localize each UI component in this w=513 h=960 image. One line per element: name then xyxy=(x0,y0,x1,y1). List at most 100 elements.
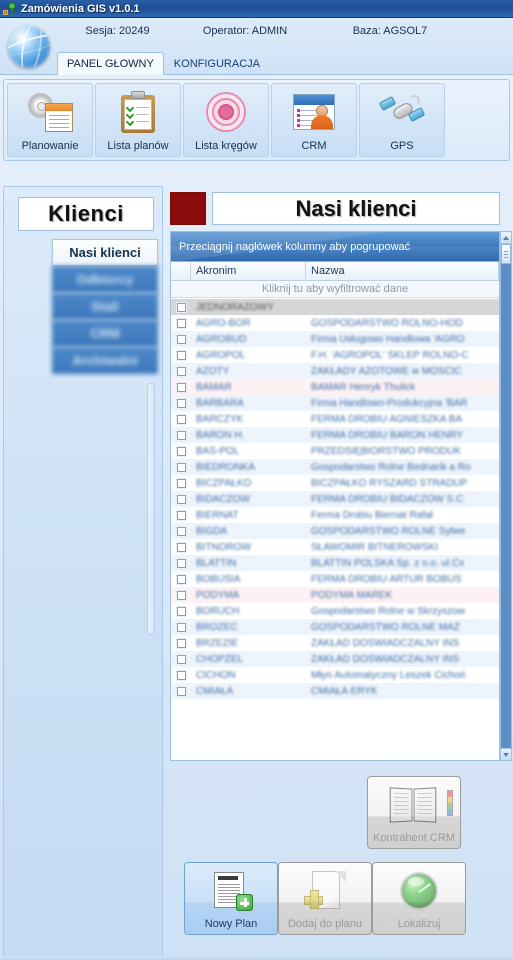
table-row[interactable]: BITNOROW SŁAWOMIR BITNEROWSKI xyxy=(171,539,499,555)
app-icon xyxy=(3,1,17,16)
cell-akronim: BARCZYK xyxy=(196,413,244,425)
row-checkbox[interactable] xyxy=(171,349,191,361)
row-checkbox[interactable] xyxy=(171,397,191,409)
table-row[interactable]: BORUCH Gospodarstwo Rolne w Skrzyszow xyxy=(171,603,499,619)
table-row[interactable]: BICZPAŁKO BICZPAŁKO RYSZARD STRADUP xyxy=(171,475,499,491)
scroll-thumb[interactable] xyxy=(501,244,511,264)
table-row[interactable]: AGROPOL F.H. 'AGROPOL' SKLEP ROLNO-C xyxy=(171,347,499,363)
tab-panel-glowny[interactable]: PANEL GŁOWNY xyxy=(57,52,164,75)
lokalizuj-button[interactable]: Lokalizuj xyxy=(372,862,466,935)
row-checkbox[interactable] xyxy=(171,653,191,665)
row-checkbox[interactable] xyxy=(171,493,191,505)
ribbon-label-planowanie: Planowanie xyxy=(21,140,79,152)
table-row[interactable]: BAS-POL PRZEDSIĘBIORSTWO PRODUK xyxy=(171,443,499,459)
table-row[interactable]: CMIAŁA CMIAŁA ERYK xyxy=(171,683,499,699)
cell-nazwa: PODYMA MAREK xyxy=(311,589,393,601)
table-row[interactable]: BIGDA GOSPODARSTWO ROLNE Sylwe xyxy=(171,523,499,539)
row-checkbox[interactable] xyxy=(171,669,191,681)
table-row[interactable]: AGROBUD Firma Usługowo Handlowa 'AGRO xyxy=(171,331,499,347)
row-checkbox[interactable] xyxy=(171,413,191,425)
row-checkbox[interactable] xyxy=(171,557,191,569)
table-row[interactable]: BLATTIN BLATTIN POLSKA Sp. z o.o. ul.Cx xyxy=(171,555,499,571)
table-row[interactable]: BARCZYK FERMA DROBIU AGNIESZKA BA xyxy=(171,411,499,427)
row-checkbox[interactable] xyxy=(171,429,191,441)
row-checkbox[interactable] xyxy=(171,573,191,585)
ribbon-button-gps[interactable]: GPS xyxy=(359,83,445,157)
cell-akronim: BOBUSIA xyxy=(196,573,241,585)
kontrahent-crm-button[interactable]: Kontrahent CRM xyxy=(367,776,461,849)
nowy-plan-button[interactable]: Nowy Plan xyxy=(184,862,278,935)
scroll-down-button[interactable] xyxy=(501,748,511,760)
address-book-icon xyxy=(389,777,453,832)
row-checkbox[interactable] xyxy=(171,541,191,553)
cell-akronim: BRZEZIE xyxy=(196,637,239,649)
add-page-icon xyxy=(304,863,346,918)
sidebar-item-nasi-klienci[interactable]: Nasi klienci xyxy=(52,239,158,266)
grid-scrollbar[interactable] xyxy=(500,231,512,761)
group-panel[interactable]: Przeciągnij nagłówek kolumny aby pogrupo… xyxy=(171,232,499,262)
ribbon-button-lista-planow[interactable]: Lista planów xyxy=(95,83,181,157)
row-checkbox[interactable] xyxy=(171,637,191,649)
sidebar-item-odbiorcy[interactable]: Odbiorcy xyxy=(52,266,158,293)
dodaj-do-planu-button[interactable]: Dodaj do planu xyxy=(278,862,372,935)
cell-akronim: CMIAŁA xyxy=(196,685,234,697)
row-checkbox[interactable] xyxy=(171,365,191,377)
row-checkbox[interactable] xyxy=(171,381,191,393)
cell-akronim: AGROBUD xyxy=(196,333,247,345)
row-checkbox[interactable] xyxy=(171,525,191,537)
row-checkbox[interactable] xyxy=(171,333,191,345)
table-row[interactable]: CHOPZEL ZAKŁAD DOŚWIADCZALNY INS xyxy=(171,651,499,667)
cell-nazwa: FERMA DROBIU BIDACZÓW S.C. xyxy=(311,493,467,505)
table-row[interactable]: BARBARA Firma Handlowo-Produkcyjna 'BAR xyxy=(171,395,499,411)
row-checkbox[interactable] xyxy=(171,461,191,473)
table-row[interactable]: AGRO-BOR GOSPODARSTWO ROLNO-HOD xyxy=(171,315,499,331)
table-row[interactable]: BIEDRONKA Gospodarstwo Rolne Bednarik a R… xyxy=(171,459,499,475)
sidebar-item-stali[interactable]: Stali xyxy=(52,293,158,320)
sidebar-item-crm[interactable]: CRM xyxy=(52,320,158,347)
table-row[interactable]: CICHOŃ Młyn Automatyczny Leszek Cichoń xyxy=(171,667,499,683)
page-title-text: Nasi klienci xyxy=(295,195,417,221)
contact-card-icon xyxy=(272,84,356,140)
row-checkbox[interactable] xyxy=(171,509,191,521)
table-row[interactable]: AZOTY ZAKŁADY AZOTOWE w MOŚCIC xyxy=(171,363,499,379)
row-checkbox[interactable] xyxy=(171,685,191,697)
table-row[interactable]: JEDNORAZOWY xyxy=(171,299,499,315)
row-checkbox[interactable] xyxy=(171,477,191,489)
ribbon-toolbar: Planowanie Lista planów Lista kręgów CRM… xyxy=(3,79,510,161)
column-header-select[interactable] xyxy=(171,262,191,281)
table-row[interactable]: BIDACZÓW FERMA DROBIU BIDACZÓW S.C. xyxy=(171,491,499,507)
row-checkbox[interactable] xyxy=(171,317,191,329)
scroll-track[interactable] xyxy=(501,244,511,748)
row-checkbox[interactable] xyxy=(171,605,191,617)
column-header-nazwa[interactable]: Nazwa xyxy=(306,262,499,281)
table-row[interactable]: BRZEZIE ZAKŁAD DOŚWIADCZALNY INS xyxy=(171,635,499,651)
cell-akronim: AGRO-BOR xyxy=(196,317,251,329)
row-checkbox[interactable] xyxy=(171,301,191,313)
ribbon-button-lista-kregow[interactable]: Lista kręgów xyxy=(183,83,269,157)
table-row[interactable]: BIERNAT Ferma Drobiu Biernat Rafał xyxy=(171,507,499,523)
table-row[interactable]: BROŻEC GOSPODARSTWO ROLNE MAZ xyxy=(171,619,499,635)
ribbon-button-crm[interactable]: CRM xyxy=(271,83,357,157)
cell-nazwa: BAMAR Henryk Thulick xyxy=(311,381,416,393)
table-row[interactable]: PODYMA PODYMA MAREK xyxy=(171,587,499,603)
scroll-up-button[interactable] xyxy=(501,232,511,244)
tab-konfiguracja[interactable]: KONFIGURACJA xyxy=(164,52,270,75)
cell-nazwa: Gospodarstwo Rolne w Skrzyszow xyxy=(311,605,465,617)
sidebar-scrollbar[interactable] xyxy=(147,383,155,635)
sidebar-title-text: Klienci xyxy=(48,201,124,226)
filter-row[interactable]: Kliknij tu aby wyfiltrować dane xyxy=(171,281,499,298)
column-header-akronim[interactable]: Akronim xyxy=(191,262,306,281)
cell-nazwa: Młyn Automatyczny Leszek Cichoń xyxy=(311,669,466,681)
row-checkbox[interactable] xyxy=(171,445,191,457)
table-row[interactable]: BOBUSIA FERMA DROBIU ARTUR BOBUS xyxy=(171,571,499,587)
cell-nazwa: ZAKŁAD DOŚWIADCZALNY INS xyxy=(311,637,460,649)
row-checkbox[interactable] xyxy=(171,621,191,633)
sidebar-item-archiwalni[interactable]: Archiwalni xyxy=(52,347,158,374)
table-row[interactable]: BAMAR BAMAR Henryk Thulick xyxy=(171,379,499,395)
clients-grid: Przeciągnij nagłówek kolumny aby pogrupo… xyxy=(170,231,500,761)
ribbon-button-planowanie[interactable]: Planowanie xyxy=(7,83,93,157)
row-checkbox[interactable] xyxy=(171,589,191,601)
table-row[interactable]: BARON H. FERMA DROBIU BARON HENRY xyxy=(171,427,499,443)
session-info: Sesja: 20249 Operator: ADMIN Baza: AGSOL… xyxy=(60,25,513,37)
application-window: Zamówienia GIS v1.0.1 Sesja: 20249 Opera… xyxy=(0,0,513,960)
